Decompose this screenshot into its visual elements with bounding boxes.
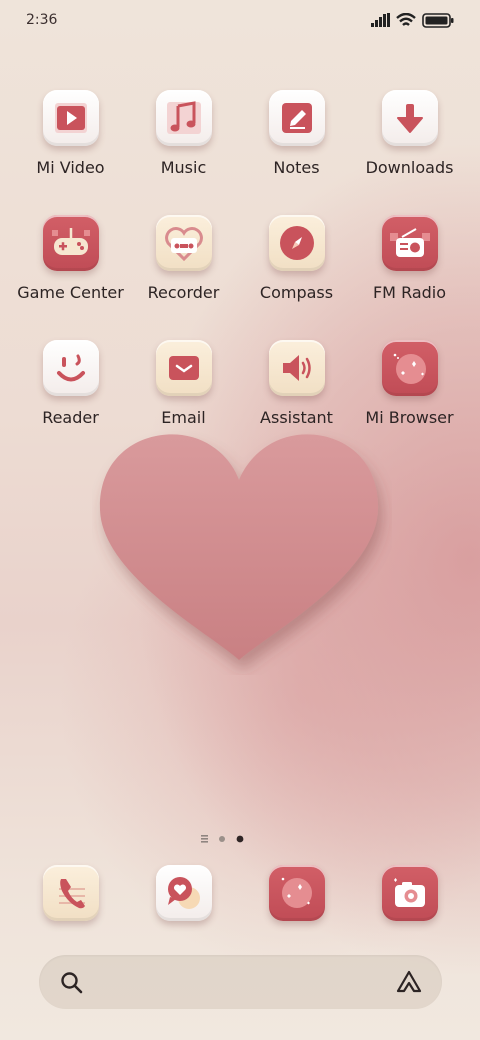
- app-label: Music: [160, 158, 207, 177]
- app-reader[interactable]: Reader: [14, 340, 127, 427]
- recorder-icon: [155, 215, 212, 271]
- dock-messages[interactable]: [127, 865, 240, 921]
- app-compass[interactable]: Compass: [240, 215, 353, 302]
- signal-icon: [371, 13, 390, 27]
- notes-icon: [268, 90, 325, 146]
- app-label: Compass: [259, 283, 334, 302]
- gamepad-icon: [42, 215, 99, 271]
- app-music[interactable]: Music: [127, 90, 240, 177]
- app-mi-video[interactable]: Mi Video: [14, 90, 127, 177]
- browser-icon: [381, 340, 438, 396]
- download-icon: [381, 90, 438, 146]
- app-label: Notes: [273, 158, 320, 177]
- wifi-icon: [396, 13, 416, 26]
- page-indicator[interactable]: [200, 830, 248, 843]
- mail-icon: [155, 340, 212, 396]
- camera-icon: [381, 865, 438, 921]
- app-game-center[interactable]: Game Center: [14, 215, 127, 302]
- app-notes[interactable]: Notes: [240, 90, 353, 177]
- gallery-icon: [268, 865, 325, 921]
- app-label: Game Center: [17, 283, 124, 302]
- app-label: Mi Video: [36, 158, 105, 177]
- heart-wallpaper-icon: [99, 434, 379, 660]
- dock-camera[interactable]: [353, 865, 466, 921]
- status-time: 2:36: [26, 12, 58, 28]
- dock-phone[interactable]: [14, 865, 127, 921]
- search-icon[interactable]: [60, 971, 84, 995]
- messages-icon: [155, 865, 212, 921]
- status-bar: 2:36: [0, 0, 480, 42]
- app-label: Recorder: [147, 283, 220, 302]
- dock-gallery[interactable]: [240, 865, 353, 921]
- app-mi-browser[interactable]: Mi Browser: [353, 340, 466, 427]
- app-downloads[interactable]: Downloads: [353, 90, 466, 177]
- app-label: FM Radio: [372, 283, 447, 302]
- battery-icon: [422, 13, 454, 28]
- app-assistant[interactable]: Assistant: [240, 340, 353, 427]
- compass-icon: [268, 215, 325, 271]
- radio-icon: [381, 215, 438, 271]
- app-label: Downloads: [365, 158, 454, 177]
- app-recorder[interactable]: Recorder: [127, 215, 240, 302]
- mi-video-icon: [42, 90, 99, 146]
- app-fm-radio[interactable]: FM Radio: [353, 215, 466, 302]
- phone-icon: [42, 865, 99, 921]
- assistant-icon[interactable]: [395, 969, 423, 995]
- reader-icon: [42, 340, 99, 396]
- search-bar[interactable]: [39, 955, 442, 1009]
- music-icon: [155, 90, 212, 146]
- speaker-icon: [268, 340, 325, 396]
- app-email[interactable]: Email: [127, 340, 240, 427]
